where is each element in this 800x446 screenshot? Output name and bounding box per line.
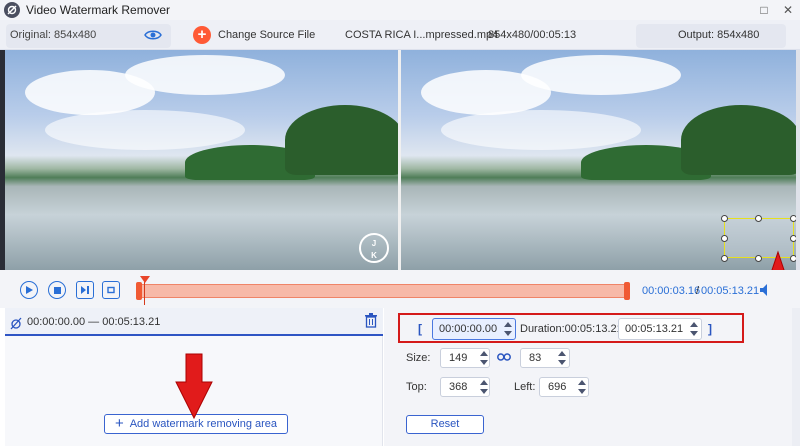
output-video-preview (401, 50, 796, 270)
left-label: Left: (514, 381, 536, 393)
time-separator: / (696, 285, 700, 297)
current-time: 00:00:03.16 (642, 285, 701, 297)
watermark-text: J K (371, 239, 377, 260)
settings-scrollbar[interactable] (792, 308, 800, 446)
play-button[interactable] (20, 281, 38, 299)
preview-area: J K (0, 50, 800, 270)
next-frame-button[interactable] (76, 281, 94, 299)
close-icon: ✕ (782, 3, 794, 17)
annotation-arrow-down-icon (175, 353, 213, 420)
height-stepper[interactable] (558, 349, 566, 367)
selection-handle[interactable] (721, 235, 728, 242)
height-value: 83 (529, 352, 542, 364)
close-button[interactable]: ✕ (776, 0, 800, 20)
maximize-icon: □ (760, 3, 768, 17)
left-stepper[interactable] (578, 378, 586, 396)
segment-row[interactable]: 00:00:00.00 — 00:05:13.21 (5, 308, 383, 336)
eye-icon[interactable] (144, 28, 162, 42)
selection-handle[interactable] (721, 215, 728, 222)
plus-icon: + (114, 415, 124, 432)
change-source-button[interactable]: Change Source File (218, 29, 315, 41)
annotation-highlight-box (398, 313, 744, 343)
segment-time-range: 00:00:00.00 — 00:05:13.21 (27, 316, 161, 328)
selection-handle[interactable] (721, 255, 728, 262)
maximize-button[interactable]: □ (752, 0, 776, 20)
reset-button[interactable]: Reset (406, 415, 484, 434)
original-video-preview: J K (5, 50, 398, 270)
top-label: Top: (406, 381, 427, 393)
link-aspect-icon[interactable] (497, 352, 511, 362)
eraser-icon (10, 317, 22, 330)
file-name: COSTA RICA I...mpressed.mp4 (345, 29, 499, 41)
stop-button[interactable] (48, 281, 66, 299)
preview-scrollbar[interactable] (796, 50, 800, 270)
output-resolution-label: Output: 854x480 (678, 29, 760, 41)
play-icon (26, 286, 33, 294)
timeline-start-handle[interactable] (136, 282, 142, 300)
loop-button[interactable] (102, 281, 120, 299)
playhead-marker[interactable] (140, 276, 150, 283)
source-info-bar: Original: 854x480 + Change Source File C… (0, 20, 800, 50)
file-info: 854x480/00:05:13 (488, 29, 577, 41)
selection-handle[interactable] (755, 215, 762, 222)
timeline-end-handle[interactable] (624, 282, 630, 300)
width-stepper[interactable] (480, 349, 488, 367)
top-stepper[interactable] (480, 378, 488, 396)
watermark-logo: J K (359, 233, 389, 263)
playback-controls: 00:00:03.16 / 00:05:13.21 (0, 270, 800, 308)
volume-icon[interactable] (760, 284, 770, 296)
next-frame-icon (81, 286, 89, 294)
stop-icon (53, 286, 61, 294)
loop-icon (107, 286, 115, 294)
trash-icon[interactable] (364, 313, 378, 328)
title-bar: Video Watermark Remover □ ✕ (0, 0, 800, 20)
original-resolution-label: Original: 854x480 (10, 29, 97, 41)
change-source-icon[interactable]: + (193, 26, 211, 44)
app-logo-icon (4, 2, 20, 18)
timeline-track[interactable] (138, 284, 628, 298)
total-time: 00:05:13.21 (701, 285, 760, 297)
size-label: Size: (406, 352, 431, 364)
window-title: Video Watermark Remover (26, 3, 171, 17)
width-value: 149 (449, 352, 468, 364)
left-value: 696 (548, 381, 567, 393)
top-value: 368 (449, 381, 468, 393)
